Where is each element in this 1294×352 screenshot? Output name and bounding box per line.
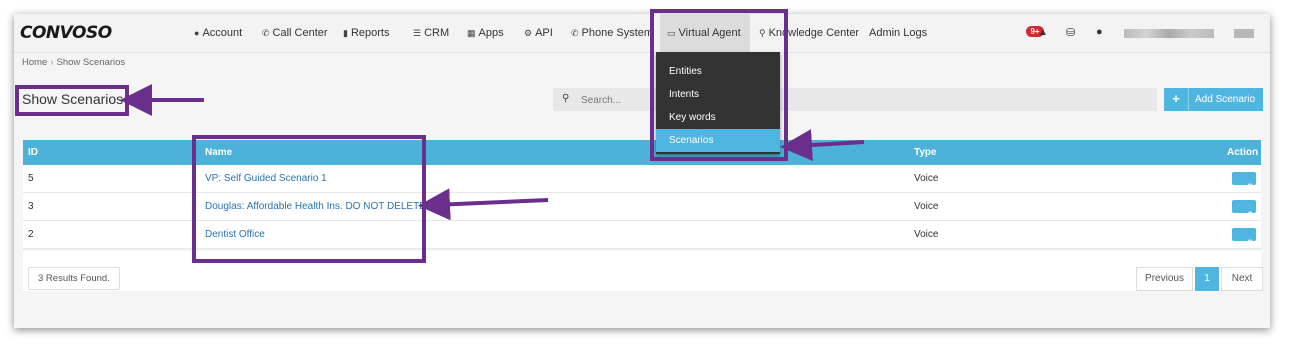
results-count: 3 Results Found.	[28, 267, 120, 290]
bar-chart-icon: ▮	[343, 28, 348, 38]
nav-account-label: Account	[202, 27, 243, 39]
nav-knowledge-center-label: Knowledge Center	[768, 27, 860, 39]
search-icon: ⚲	[562, 93, 570, 104]
header-name[interactable]: Name	[205, 147, 232, 158]
nav-account[interactable]: ● Account	[194, 27, 242, 39]
scenario-name-link[interactable]: VP: Self Guided Scenario 1	[205, 173, 327, 184]
table-footer: 3 Results Found. Previous 1 Next	[23, 251, 1264, 291]
virtual-agent-dropdown: Entities Intents Key words Scenarios	[656, 52, 780, 154]
list-icon: ☰	[413, 28, 422, 38]
menu-item-scenarios[interactable]: Scenarios	[656, 129, 780, 152]
nav-admin-logs[interactable]: Admin Logs	[869, 27, 927, 39]
bell-icon[interactable]: ▲	[1038, 27, 1048, 38]
next-page-button[interactable]: Next	[1221, 267, 1263, 291]
monitor-icon: ▭	[667, 28, 676, 38]
nav-phone-system[interactable]: ✆ Phone System	[571, 27, 653, 39]
menu-item-intents[interactable]: Intents	[656, 83, 780, 106]
table-header: ID Name Type Action	[23, 140, 1261, 165]
page-title: Show Scenarios	[22, 91, 124, 107]
grid-icon: ▦	[467, 28, 476, 38]
nav-reports[interactable]: ▮ Reports	[343, 27, 389, 39]
redacted-user-name	[1124, 29, 1214, 38]
add-scenario-button[interactable]: + Add Scenario	[1164, 88, 1263, 111]
nav-virtual-agent[interactable]: ▭ Virtual Agent	[667, 27, 741, 39]
add-scenario-label: Add Scenario	[1195, 94, 1256, 105]
phone-icon: ✆	[571, 28, 579, 38]
user-menu-icon[interactable]: ●	[1096, 26, 1103, 38]
nav-call-center-label: Call Center	[272, 27, 328, 39]
nav-virtual-agent-label: Virtual Agent	[678, 27, 741, 39]
database-icon[interactable]: ⛁	[1066, 26, 1075, 39]
menu-item-entities[interactable]: Entities	[656, 60, 780, 83]
app-window: CONVOSO ● Account ✆ Call Center ▮ Reports ☰…	[14, 14, 1270, 328]
table-row: 3 Douglas: Affordable Health Ins. DO NOT…	[23, 193, 1261, 232]
row-action-button[interactable]: ⚙ ▾	[1232, 172, 1256, 204]
scenario-name-link[interactable]: Douglas: Affordable Health Ins. DO NOT D…	[205, 201, 426, 212]
nav-knowledge-center[interactable]: ⚲ Knowledge Center	[759, 27, 859, 39]
row-action-button[interactable]: ⚙ ▾	[1232, 228, 1256, 260]
plus-icon: +	[1164, 88, 1189, 111]
pagination: Previous 1 Next	[1136, 267, 1264, 291]
header-id[interactable]: ID	[28, 147, 38, 158]
header-type[interactable]: Type	[914, 147, 937, 158]
nav-api[interactable]: ⚙ API	[524, 27, 553, 39]
nav-apps[interactable]: ▦ Apps	[467, 27, 504, 39]
row-action-button[interactable]: ⚙ ▾	[1232, 200, 1256, 232]
nav-api-label: API	[535, 27, 553, 39]
nav-admin-logs-label: Admin Logs	[869, 27, 928, 39]
gear-icon: ⚙	[524, 28, 533, 38]
phone-icon: ✆	[262, 28, 270, 38]
menu-item-key-words[interactable]: Key words	[656, 106, 780, 129]
user-icon: ●	[194, 28, 200, 38]
breadcrumb-current: Show Scenarios	[56, 57, 126, 68]
table-row: 2 Dentist Office Voice ⚙ ▾	[23, 221, 1261, 260]
row-id: 5	[28, 173, 34, 184]
scenario-name-link[interactable]: Dentist Office	[205, 229, 265, 240]
table-row: 5 VP: Self Guided Scenario 1 Voice ⚙ ▾	[23, 165, 1261, 204]
menu-item-entities-label: Entities	[669, 66, 702, 77]
row-type: Voice	[914, 201, 939, 212]
nav-reports-label: Reports	[350, 27, 390, 39]
convoso-logo: CONVOSO	[20, 23, 112, 43]
top-navigation: CONVOSO ● Account ✆ Call Center ▮ Reports ☰…	[14, 14, 1270, 53]
row-id: 3	[28, 201, 34, 212]
lightbulb-icon: ⚲	[759, 28, 766, 38]
row-type: Voice	[914, 173, 939, 184]
nav-apps-label: Apps	[478, 27, 504, 39]
nav-phone-system-label: Phone System	[581, 27, 654, 39]
breadcrumb: Home › Show Scenarios	[22, 57, 125, 68]
nav-crm-label: CRM	[424, 27, 450, 39]
breadcrumb-separator: ›	[50, 57, 54, 68]
nav-crm[interactable]: ☰ CRM	[413, 27, 449, 39]
row-type: Voice	[914, 229, 939, 240]
page-1-button[interactable]: 1	[1195, 267, 1219, 291]
breadcrumb-home[interactable]: Home	[22, 57, 47, 68]
nav-call-center[interactable]: ✆ Call Center	[262, 27, 328, 39]
menu-item-scenarios-label: Scenarios	[669, 135, 714, 146]
redacted-user-extra	[1234, 29, 1254, 38]
previous-page-button[interactable]: Previous	[1136, 267, 1193, 291]
scenarios-table: ID Name Type Action 5 VP: Self Guided Sc…	[23, 140, 1261, 260]
row-id: 2	[28, 229, 34, 240]
menu-item-key-words-label: Key words	[669, 112, 716, 123]
menu-item-intents-label: Intents	[669, 89, 700, 100]
header-action: Action	[1227, 147, 1259, 158]
search-box[interactable]: ⚲	[553, 88, 1157, 111]
